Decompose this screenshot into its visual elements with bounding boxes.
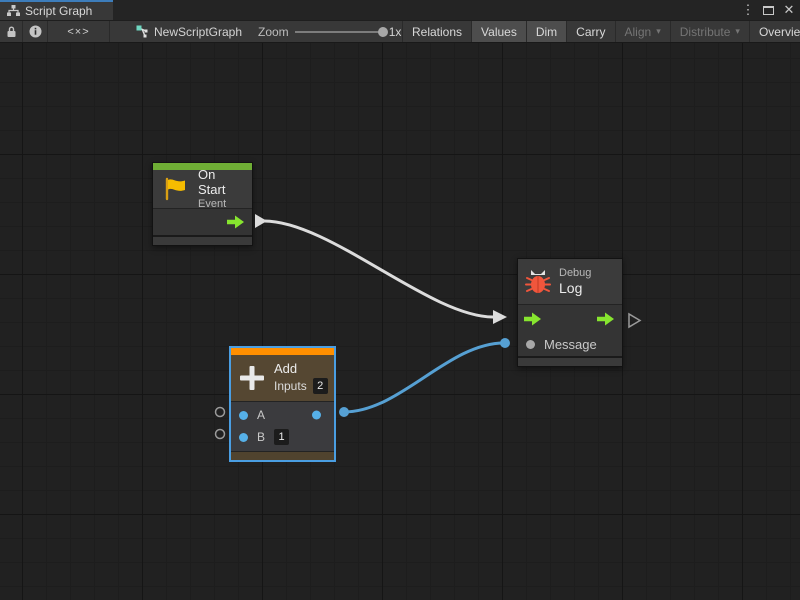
wire-trigger[interactable] [264, 221, 493, 317]
zoom-value: 1x [389, 25, 402, 39]
wire-value[interactable] [344, 343, 504, 412]
code-view-button[interactable]: <×> [48, 21, 110, 42]
info-button[interactable] [23, 21, 48, 42]
node-footer [153, 235, 252, 245]
close-icon[interactable]: ✕ [782, 0, 796, 20]
inputs-count-field[interactable]: 2 [313, 378, 328, 394]
input-port-b[interactable] [239, 433, 248, 442]
node-on-start[interactable]: On Start Event [152, 162, 253, 246]
wires-layer [0, 43, 800, 600]
dim-button[interactable]: Dim [526, 21, 566, 42]
graph-canvas[interactable]: On Start Event [0, 43, 800, 600]
lock-button[interactable] [0, 21, 23, 42]
input-port-a[interactable] [239, 411, 248, 420]
graph-toolbar: <×> NewScriptGraph Zoom 1x Relations Val… [0, 20, 800, 43]
node-footer [231, 451, 334, 460]
script-graph-icon [7, 5, 20, 17]
wire-trigger-dest-arrow [493, 310, 507, 324]
window-menu-icon[interactable]: ⋮ [741, 0, 755, 20]
node-title: Log [559, 280, 591, 296]
chevron-down-icon: ▾ [735, 26, 740, 37]
inputs-label: Inputs [274, 380, 307, 394]
zoom-label: Zoom [258, 25, 289, 39]
maximize-icon[interactable] [763, 6, 774, 15]
distribute-dropdown[interactable]: Distribute ▾ [670, 21, 749, 42]
port-label-b: B [257, 430, 265, 444]
tab-script-graph[interactable]: Script Graph [0, 0, 113, 20]
sum-output-port[interactable] [312, 411, 321, 420]
unconnected-port-indicator-a[interactable] [216, 408, 225, 417]
math-accent-bar [231, 348, 334, 355]
info-icon [29, 25, 42, 38]
zoom-slider[interactable] [295, 31, 383, 33]
values-button[interactable]: Values [471, 21, 526, 42]
unconnected-port-indicator-b[interactable] [216, 430, 225, 439]
wire-trigger-source-arrow [255, 214, 267, 228]
node-title: On Start [198, 168, 246, 198]
node-add[interactable]: Add Inputs 2 A B 1 [229, 346, 336, 462]
node-subtitle: Debug [559, 267, 591, 280]
wire-value-source-dot [339, 407, 349, 417]
chevron-down-icon: ▾ [656, 26, 661, 37]
graph-name-button[interactable]: NewScriptGraph [136, 21, 242, 42]
node-debug-log[interactable]: Debug Log Message [517, 258, 623, 367]
trigger-input-port[interactable] [524, 312, 542, 325]
flag-icon [163, 177, 188, 201]
unconnected-trigger-indicator[interactable] [629, 314, 640, 327]
title-bar: Script Graph ⋮ ✕ [0, 0, 800, 20]
message-input-port[interactable] [526, 340, 535, 349]
bug-icon [525, 268, 551, 295]
port-label-message: Message [544, 337, 597, 352]
relations-button[interactable]: Relations [402, 21, 471, 42]
trigger-output-port[interactable] [597, 312, 615, 325]
port-label-a: A [257, 408, 265, 422]
graph-asset-icon [136, 25, 149, 38]
port-b-value-field[interactable]: 1 [274, 429, 289, 445]
zoom-slider-handle[interactable] [378, 27, 388, 37]
node-title: Add [274, 362, 328, 377]
align-dropdown[interactable]: Align ▾ [615, 21, 670, 42]
trigger-output-port[interactable] [227, 216, 245, 229]
carry-button[interactable]: Carry [566, 21, 614, 42]
wire-value-dest-dot [500, 338, 510, 348]
tab-title: Script Graph [25, 4, 92, 18]
plus-icon [239, 365, 265, 391]
node-footer [518, 356, 622, 366]
overview-button[interactable]: Overview [749, 21, 800, 42]
lock-icon [6, 26, 17, 38]
graph-name-label: NewScriptGraph [154, 25, 242, 39]
code-icon: <×> [67, 26, 89, 38]
